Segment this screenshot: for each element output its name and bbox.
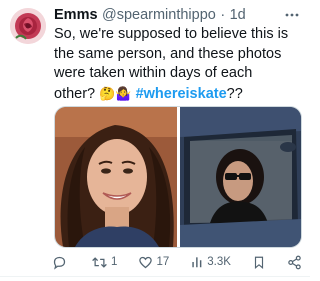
heart-icon bbox=[139, 256, 153, 268]
like-button[interactable]: 17 bbox=[138, 255, 169, 270]
avatar[interactable] bbox=[10, 8, 46, 44]
tweet-text-line-4: other? 🤔🤷‍♀️ #whereiskate?? bbox=[54, 84, 306, 105]
tweet-text-line-1: So, we're supposed to believe this is bbox=[54, 26, 289, 42]
tweet-text-line-2: the same person, and these photos bbox=[54, 45, 282, 62]
hashtag-link[interactable]: #whereiskate bbox=[136, 86, 227, 102]
reply-icon bbox=[53, 256, 66, 270]
reply-button[interactable] bbox=[52, 255, 70, 270]
tweet-text-line-3: were taken within days of each bbox=[54, 65, 253, 81]
separator-dot: · bbox=[220, 7, 226, 23]
more-dots-icon[interactable] bbox=[284, 8, 300, 22]
tweet-header: Emms @spearminthippo · 1d bbox=[54, 6, 302, 24]
like-count: 17 bbox=[156, 256, 170, 268]
user-handle[interactable]: @spearminthippo bbox=[102, 7, 216, 23]
share-button[interactable] bbox=[287, 255, 302, 270]
bookmark-icon bbox=[254, 256, 264, 269]
emoji-thinking-shrug: 🤔🤷‍♀️ bbox=[99, 85, 132, 101]
action-bar: 1 17 3.3K bbox=[52, 252, 302, 272]
tweet-card[interactable]: Emms @spearminthippo · 1d So, we're supp… bbox=[0, 0, 310, 281]
tweet-text-last: other? bbox=[54, 85, 96, 102]
photo-right[interactable] bbox=[179, 107, 301, 247]
rose-avatar-icon bbox=[10, 8, 46, 44]
timestamp[interactable]: 1d bbox=[230, 7, 246, 23]
share-icon bbox=[288, 255, 301, 269]
smiling-woman-photo bbox=[55, 107, 177, 247]
retweet-count: 1 bbox=[111, 256, 118, 268]
tweet-divider bbox=[0, 276, 310, 277]
display-name[interactable]: Emms bbox=[54, 7, 98, 23]
media-grid bbox=[54, 106, 302, 248]
retweet-button[interactable]: 1 bbox=[91, 255, 117, 270]
bookmark-button[interactable] bbox=[252, 255, 266, 270]
woman-in-car-photo bbox=[179, 107, 301, 247]
tweet-text: So, we're supposed to believe this is th… bbox=[54, 25, 306, 104]
retweet-icon bbox=[92, 256, 107, 268]
views-chart-icon bbox=[192, 257, 202, 268]
views-button[interactable]: 3.3K bbox=[190, 255, 231, 269]
photo-left[interactable] bbox=[55, 107, 177, 247]
views-count: 3.3K bbox=[207, 256, 231, 268]
tweet-text-trailing: ?? bbox=[226, 85, 243, 102]
